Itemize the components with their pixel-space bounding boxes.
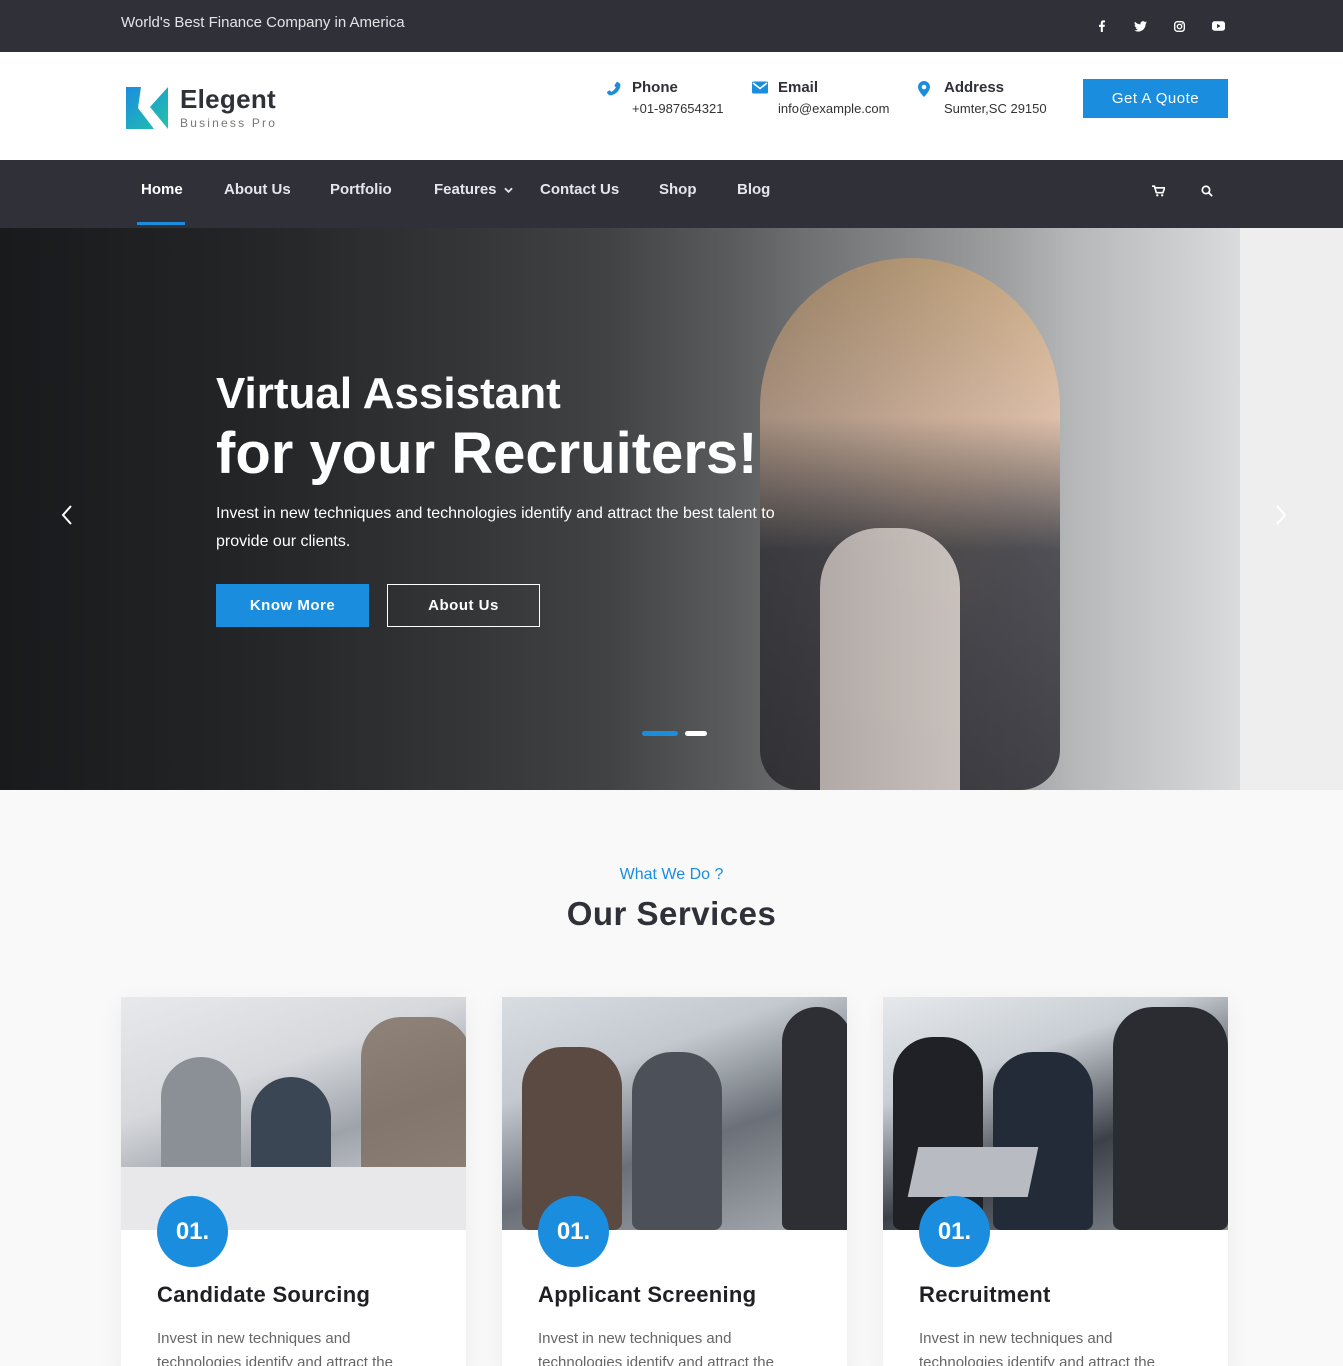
map-pin-icon: [918, 79, 944, 116]
service-description: Invest in new techniques and technologie…: [157, 1330, 393, 1366]
nav-item-features[interactable]: Features: [434, 181, 513, 198]
chevron-down-icon: [503, 187, 513, 194]
service-title[interactable]: Recruitment: [919, 1282, 1051, 1308]
nav-item-home[interactable]: Home: [141, 181, 183, 198]
slider-dot[interactable]: [685, 731, 707, 736]
search-icon[interactable]: [1201, 184, 1213, 202]
nav-item-about-us[interactable]: About Us: [224, 181, 291, 198]
hero-title-line2: for your Recruiters!: [216, 421, 758, 486]
cart-icon[interactable]: [1152, 184, 1166, 202]
contact-email-value[interactable]: info@example.com: [778, 101, 889, 116]
slider-dot-active[interactable]: [642, 731, 678, 736]
contact-address-label: Address: [944, 79, 1005, 96]
service-card-image: [121, 997, 466, 1230]
contact-phone: Phone +01-987654321: [606, 79, 723, 116]
service-number-badge: 01.: [538, 1196, 609, 1267]
instagram-icon[interactable]: [1160, 16, 1199, 36]
contact-address-value: Sumter,SC 29150: [944, 101, 1047, 116]
contact-phone-label: Phone: [632, 79, 678, 96]
hero-title-line1: Virtual Assistant: [216, 369, 561, 418]
hero-description: Invest in new techniques and technologie…: [216, 505, 775, 550]
hero-about-us-button[interactable]: About Us: [387, 584, 540, 627]
logo-name: Elegent: [180, 84, 277, 114]
top-bar-tagline: World's Best Finance Company in America: [121, 14, 405, 31]
service-number-badge: 01.: [919, 1196, 990, 1267]
youtube-icon[interactable]: [1199, 16, 1238, 36]
contact-email-label: Email: [778, 79, 819, 96]
service-number-badge: 01.: [157, 1196, 228, 1267]
nav-item-blog[interactable]: Blog: [737, 181, 770, 198]
service-card[interactable]: 01. Candidate Sourcing Invest in new tec…: [121, 997, 466, 1366]
service-card-image: [502, 997, 847, 1230]
logo-tagline: Business Pro: [180, 116, 278, 130]
nav-item-shop[interactable]: Shop: [659, 181, 697, 198]
facebook-icon[interactable]: [1082, 16, 1121, 36]
service-card[interactable]: 01. Recruitment Invest in new techniques…: [883, 997, 1228, 1366]
service-title[interactable]: Applicant Screening: [538, 1282, 756, 1308]
services-title: Our Services: [566, 895, 777, 932]
active-nav-indicator: [137, 222, 185, 225]
service-card[interactable]: 01. Applicant Screening Invest in new te…: [502, 997, 847, 1366]
get-a-quote-button[interactable]: Get A Quote: [1083, 79, 1228, 118]
contact-email: Email info@example.com: [752, 79, 889, 116]
twitter-icon[interactable]: [1121, 16, 1160, 36]
site-header: Elegent Business Pro Phone +01-987654321…: [0, 52, 1343, 160]
contact-address: Address Sumter,SC 29150: [918, 79, 1047, 116]
slider-next-arrow-icon[interactable]: [1274, 504, 1288, 531]
services-pretitle: What We Do ?: [619, 866, 724, 883]
service-description: Invest in new techniques and technologie…: [538, 1330, 774, 1366]
nav-item-contact-us[interactable]: Contact Us: [540, 181, 619, 198]
top-bar: World's Best Finance Company in America: [0, 0, 1343, 52]
social-links: [1082, 16, 1238, 36]
service-description: Invest in new techniques and technologie…: [919, 1330, 1155, 1366]
envelope-icon: [752, 79, 778, 116]
service-card-image: [883, 997, 1228, 1230]
slider-prev-arrow-icon[interactable]: [60, 504, 74, 531]
logo-mark-icon: [126, 87, 168, 129]
nav-item-features-label: Features: [434, 181, 497, 198]
main-nav: Home About Us Portfolio Features Contact…: [0, 160, 1343, 228]
logo[interactable]: Elegent Business Pro: [126, 86, 277, 130]
know-more-button[interactable]: Know More: [216, 584, 369, 627]
contact-phone-value[interactable]: +01-987654321: [632, 101, 723, 116]
nav-item-portfolio[interactable]: Portfolio: [330, 181, 392, 198]
phone-icon: [606, 79, 632, 116]
service-title[interactable]: Candidate Sourcing: [157, 1282, 370, 1308]
